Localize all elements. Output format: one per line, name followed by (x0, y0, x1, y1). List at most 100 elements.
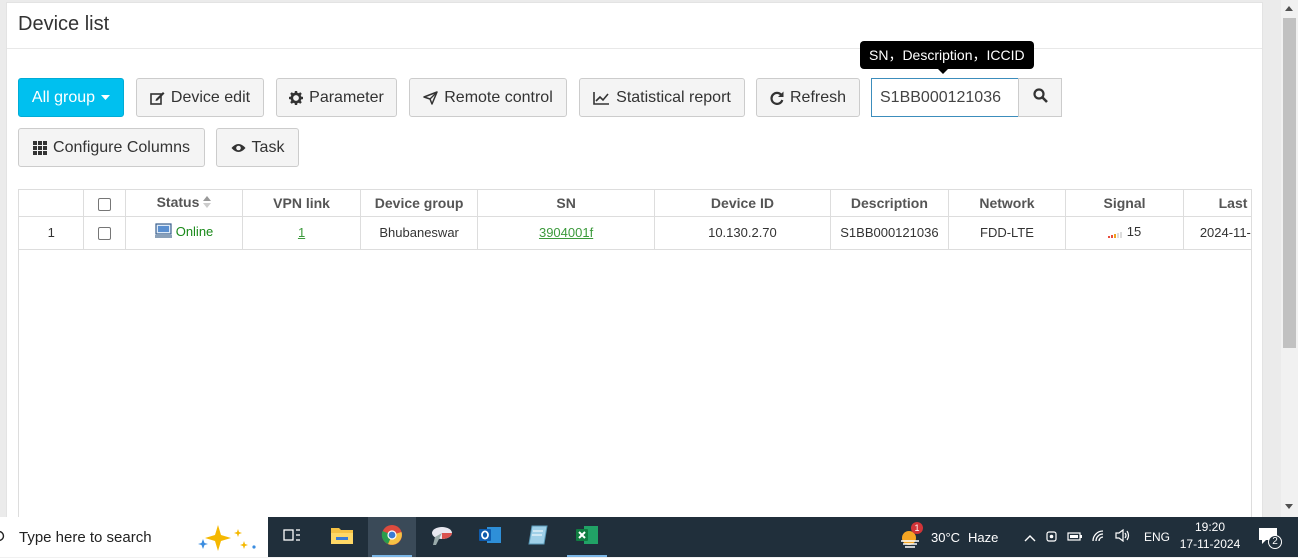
outlook-button[interactable] (466, 517, 514, 557)
taskbar-clock[interactable]: 19:20 17-11-2024 (1170, 519, 1250, 553)
last-active-header: Last activ (1183, 190, 1251, 217)
scroll-up-arrow[interactable] (1285, 6, 1293, 11)
app-button-chart[interactable] (418, 517, 466, 557)
caret-down-icon (101, 94, 111, 101)
file-explorer-button[interactable] (318, 517, 366, 557)
search-input[interactable]: S1BB000121036 (871, 78, 1019, 117)
volume-icon[interactable] (1115, 528, 1131, 545)
sn-header: SN (477, 190, 655, 217)
chrome-button[interactable] (368, 517, 416, 557)
sort-icon[interactable] (203, 195, 212, 211)
configure-columns-button[interactable]: Configure Columns (18, 128, 205, 167)
system-tray-icons: ENG (1024, 517, 1170, 557)
edit-icon (150, 91, 165, 105)
network-cell: FDD-LTE (948, 216, 1067, 250)
windows-taskbar: Type here to search 1 30°C Haze ENG 19:2… (0, 517, 1298, 557)
scroll-thumb[interactable] (1283, 18, 1296, 348)
send-icon (423, 90, 438, 105)
refresh-button[interactable]: Refresh (756, 78, 860, 117)
search-icon (1032, 87, 1048, 108)
folder-icon (330, 525, 354, 550)
task-view-icon (283, 527, 301, 548)
vpn-link-header: VPN link (242, 190, 361, 217)
all-group-dropdown[interactable]: All group (18, 78, 124, 117)
row-checkbox[interactable] (98, 227, 112, 241)
table-row: 1 Online 1 Bhubaneswar 3904001f 10.130.2… (19, 216, 1251, 250)
network-header: Network (948, 190, 1067, 217)
taskbar-search-placeholder: Type here to search (19, 528, 152, 546)
page-scrollbar[interactable] (1281, 0, 1298, 517)
copilot-sparkle-icon (196, 523, 258, 558)
scroll-down-arrow[interactable] (1285, 504, 1293, 509)
computer-icon (154, 223, 172, 242)
chrome-icon (381, 524, 403, 551)
sn-cell: 3904001f (477, 216, 655, 250)
notification-count: 2 (1268, 535, 1282, 549)
device-edit-label: Device edit (170, 88, 251, 106)
search-input-value: S1BB000121036 (880, 88, 1001, 106)
parameter-button[interactable]: Parameter (276, 78, 397, 117)
signal-bars-icon (1107, 226, 1124, 241)
search-button[interactable] (1018, 78, 1062, 117)
status-cell: Online (125, 216, 244, 250)
device-group-cell: Bhubaneswar (360, 216, 479, 250)
notification-center-button[interactable]: 2 (1254, 517, 1284, 557)
signal-header: Signal (1065, 190, 1184, 217)
table-header-row: Status VPN link Device group SN Device I… (19, 190, 1251, 217)
device-id-cell: 10.130.2.70 (654, 216, 832, 250)
select-all-header (83, 190, 126, 217)
search-ring-icon (0, 530, 7, 549)
vpn-link[interactable]: 1 (298, 225, 305, 240)
device-edit-button[interactable]: Device edit (136, 78, 264, 117)
notepad-icon (527, 524, 549, 551)
sn-link[interactable]: 3904001f (539, 225, 593, 240)
gear-icon (289, 90, 304, 105)
all-group-label: All group (31, 88, 96, 106)
device-table: Status VPN link Device group SN Device I… (18, 189, 1252, 517)
weather-widget[interactable]: 1 30°C Haze (899, 517, 998, 557)
signal-value: 15 (1126, 224, 1142, 240)
outlook-icon (478, 524, 502, 551)
signal-cell: 15 (1065, 216, 1184, 250)
clock-time: 19:20 (1194, 520, 1226, 534)
last-active-cell: 2024-11-17 1 (1183, 216, 1251, 250)
remote-control-label: Remote control (444, 88, 553, 106)
parameter-label: Parameter (309, 88, 384, 106)
device-id-header: Device ID (654, 190, 832, 217)
notification-icon: 2 (1258, 527, 1282, 549)
chevron-up-icon[interactable] (1024, 530, 1036, 545)
index-header (19, 190, 85, 217)
status-header[interactable]: Status (125, 190, 244, 217)
configure-columns-label: Configure Columns (53, 138, 190, 156)
row-index: 1 (19, 216, 85, 250)
taskbar-search-box[interactable]: Type here to search (0, 517, 268, 557)
excel-icon (575, 524, 599, 551)
browser-viewport: Device list All group Device edit Parame… (0, 0, 1298, 517)
language-indicator[interactable]: ENG (1144, 530, 1170, 544)
status-online-text: Online (175, 223, 214, 239)
description-cell: S1BB000121036 (830, 216, 949, 250)
excel-button[interactable] (563, 517, 611, 557)
select-all-checkbox[interactable] (98, 197, 112, 211)
device-group-header: Device group (360, 190, 479, 217)
weather-temp: 30°C (931, 529, 961, 545)
grid-icon (33, 140, 48, 155)
eye-icon (231, 143, 246, 153)
statistical-report-button[interactable]: Statistical report (579, 78, 745, 117)
tooltip-arrow (938, 69, 948, 74)
task-label: Task (251, 138, 285, 156)
clock-date: 17-11-2024 (1179, 537, 1241, 551)
statistical-report-label: Statistical report (616, 88, 731, 106)
weather-icon: 1 (899, 522, 923, 548)
weather-badge: 1 (911, 522, 923, 534)
search-tooltip: SN，Description，ICCID (860, 41, 1034, 69)
weather-desc: Haze (968, 529, 999, 545)
refresh-icon (770, 91, 784, 105)
task-view-button[interactable] (268, 517, 316, 557)
app-button-notepad[interactable] (514, 517, 562, 557)
battery-icon[interactable] (1067, 530, 1083, 545)
task-button[interactable]: Task (216, 128, 299, 167)
meet-now-icon[interactable] (1045, 529, 1058, 546)
remote-control-button[interactable]: Remote control (409, 78, 567, 117)
wifi-icon[interactable] (1092, 529, 1106, 545)
